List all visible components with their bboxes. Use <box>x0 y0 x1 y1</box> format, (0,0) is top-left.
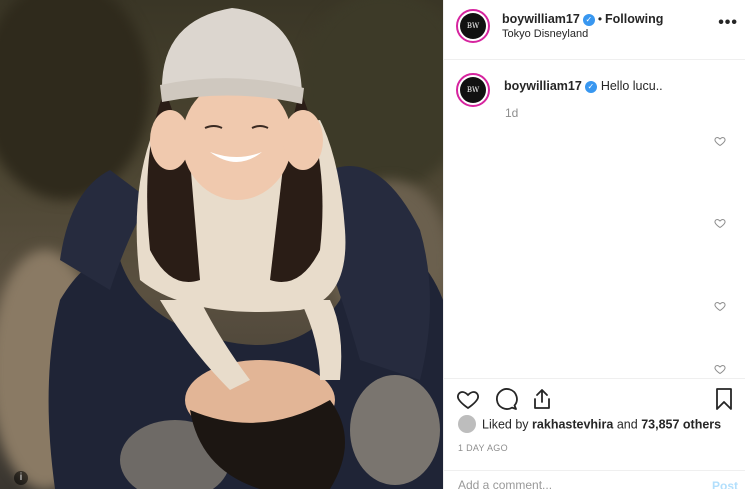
caption-text: Hello lucu.. <box>600 79 663 93</box>
caption-username-link[interactable]: boywilliam17 <box>504 79 582 93</box>
likes-line: Liked by rakhastevhira and 73,857 others <box>458 415 721 434</box>
separator-dot: • <box>597 12 603 26</box>
comment-like-heart-icon[interactable] <box>714 363 726 375</box>
avatar-logo: BW <box>460 77 486 103</box>
avatar-logo: BW <box>460 13 486 39</box>
post-timestamp[interactable]: 1 DAY AGO <box>458 443 508 453</box>
post-sidebar: BW boywilliam17 ✓ • Following Tokyo Disneyl… <box>443 0 745 489</box>
likes-count-link[interactable]: 73,857 others <box>641 417 721 431</box>
photo-info-icon[interactable]: i <box>14 471 28 485</box>
location-link[interactable]: Tokyo Disneyland <box>502 28 588 40</box>
comment-bubble-icon[interactable] <box>494 387 518 411</box>
comment-like-heart-icon[interactable] <box>714 135 726 147</box>
comment-like-heart-icon[interactable] <box>714 217 726 229</box>
more-icon[interactable]: ••• <box>718 14 738 32</box>
verified-badge-icon: ✓ <box>582 13 595 26</box>
likes-conjunction: and <box>616 417 638 432</box>
caption-time[interactable]: 1d <box>505 106 518 120</box>
share-icon[interactable] <box>530 387 554 411</box>
following-button[interactable]: Following <box>605 12 663 26</box>
post-actions <box>444 378 745 418</box>
avatar[interactable]: BW <box>456 73 490 107</box>
post-comment-button[interactable]: Post <box>712 479 738 489</box>
comment-like-heart-icon[interactable] <box>714 300 726 312</box>
username-link[interactable]: boywilliam17 <box>502 12 580 26</box>
liker-avatar[interactable] <box>458 415 476 433</box>
post-photo[interactable]: i <box>0 0 443 489</box>
caption-line: boywilliam17 ✓ Hello lucu.. <box>504 79 663 93</box>
like-heart-icon[interactable] <box>456 387 480 411</box>
caption-comment: BW boywilliam17 ✓ Hello lucu.. 1d <box>444 60 745 380</box>
comment-input[interactable] <box>458 478 678 489</box>
avatar[interactable]: BW <box>456 9 490 43</box>
likes-prefix: Liked by <box>482 417 529 432</box>
bookmark-icon[interactable] <box>712 387 736 411</box>
post-header: BW boywilliam17 ✓ • Following Tokyo Disneyl… <box>444 0 745 60</box>
liker-username-link[interactable]: rakhastevhira <box>532 417 613 431</box>
add-comment-bar: Post <box>444 470 745 489</box>
header-line: boywilliam17 ✓ • Following <box>502 12 663 26</box>
photo-figures <box>48 8 443 489</box>
verified-badge-icon: ✓ <box>584 80 597 93</box>
